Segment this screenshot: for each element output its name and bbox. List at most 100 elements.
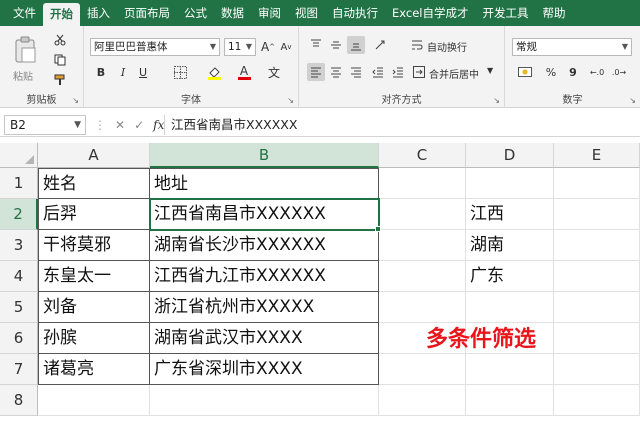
name-box[interactable]: B2 ▼ [4,115,86,135]
bold-button[interactable]: B [92,63,110,81]
fill-handle[interactable] [375,226,381,232]
tab-automate[interactable]: 自动执行 [325,0,385,26]
comma-style-button[interactable]: 9 [563,63,583,81]
cell-a5[interactable]: 刘备 [38,292,150,323]
column-header-e[interactable]: E [554,143,640,168]
tab-insert[interactable]: 插入 [80,0,117,26]
number-launcher-icon[interactable]: ↘ [629,96,636,105]
cell-a4[interactable]: 东皇太一 [38,261,150,292]
cut-icon[interactable] [52,32,68,48]
cell-e8[interactable] [554,385,640,416]
chevron-down-icon[interactable]: ▼ [487,66,493,75]
cell-d3[interactable]: 湖南 [466,230,554,261]
fill-color-icon[interactable] [202,63,226,81]
cell-c7[interactable] [379,354,466,385]
cell-a7[interactable]: 诸葛亮 [38,354,150,385]
row-header-5[interactable]: 5 [0,292,38,323]
decrease-indent-icon[interactable] [369,63,387,81]
increase-decimal-icon[interactable]: ←.0 [587,63,607,81]
phonetic-icon[interactable]: 文 [264,63,284,81]
cell-a2[interactable]: 后羿 [38,199,150,230]
cell-a1[interactable]: 姓名 [38,168,150,199]
align-center-icon[interactable] [327,63,345,81]
cell-b5[interactable]: 浙江省杭州市XXXXX [150,292,379,323]
percent-button[interactable]: % [541,63,561,81]
tab-file[interactable]: 文件 [6,0,43,26]
cell-b1[interactable]: 地址 [150,168,379,199]
currency-icon[interactable] [513,63,537,81]
cancel-icon[interactable]: ✕ [115,118,125,132]
cell-c1[interactable] [379,168,466,199]
cell-e7[interactable] [554,354,640,385]
align-right-icon[interactable] [347,63,365,81]
row-header-3[interactable]: 3 [0,230,38,261]
row-header-6[interactable]: 6 [0,323,38,354]
cell-d1[interactable] [466,168,554,199]
merge-center-label[interactable]: 合并后居中 [429,66,479,81]
tab-formulas[interactable]: 公式 [177,0,214,26]
font-size-select[interactable]: 11 ▼ [224,38,256,56]
shrink-font-button[interactable]: Av [278,38,294,56]
row-header-1[interactable]: 1 [0,168,38,199]
wrap-text-label[interactable]: 自动换行 [427,39,467,54]
cell-b3[interactable]: 湖南省长沙市XXXXXX [150,230,379,261]
tab-excel-self-study[interactable]: Excel自学成才 [385,0,475,26]
tab-page-layout[interactable]: 页面布局 [117,0,177,26]
cell-b7[interactable]: 广东省深圳市XXXX [150,354,379,385]
orientation-icon[interactable] [369,36,393,54]
clipboard-launcher-icon[interactable]: ↘ [72,96,79,105]
cell-e6[interactable] [554,323,640,354]
cell-e4[interactable] [554,261,640,292]
cell-b8[interactable] [150,385,379,416]
tab-home[interactable]: 开始 [43,3,80,26]
font-color-icon[interactable]: A [232,63,256,81]
grow-font-button[interactable]: A ^ [260,38,276,56]
paste-icon[interactable] [10,34,40,66]
increase-indent-icon[interactable] [389,63,407,81]
align-top-icon[interactable] [307,36,325,54]
cell-b6[interactable]: 湖南省武汉市XXXX [150,323,379,354]
select-all-button[interactable] [0,143,38,168]
column-header-b[interactable]: B [150,143,379,168]
format-painter-icon[interactable] [52,72,68,88]
font-launcher-icon[interactable]: ↘ [287,96,294,105]
cell-c3[interactable] [379,230,466,261]
cell-d4[interactable]: 广东 [466,261,554,292]
tab-view[interactable]: 视图 [288,0,325,26]
cell-d8[interactable] [466,385,554,416]
column-header-a[interactable]: A [38,143,150,168]
cell-b2[interactable]: 江西省南昌市XXXXXX [149,198,380,231]
cell-e1[interactable] [554,168,640,199]
tab-developer[interactable]: 开发工具 [475,0,535,26]
cell-d2[interactable]: 江西 [466,199,554,230]
cell-d5[interactable] [466,292,554,323]
cell-a3[interactable]: 干将莫邪 [38,230,150,261]
tab-data[interactable]: 数据 [214,0,251,26]
cell-c4[interactable] [379,261,466,292]
merge-center-icon[interactable] [411,63,427,81]
align-middle-icon[interactable] [327,36,345,54]
font-name-select[interactable]: 阿里巴巴普惠体 ▼ [90,38,220,56]
cell-a6[interactable]: 孙膑 [38,323,150,354]
tab-review[interactable]: 审阅 [251,0,288,26]
copy-icon[interactable] [52,52,68,68]
wrap-text-icon[interactable] [409,36,425,54]
underline-button[interactable]: U [134,63,152,81]
column-header-c[interactable]: C [379,143,466,168]
borders-icon[interactable] [168,63,192,81]
row-header-2[interactable]: 2 [0,199,38,230]
formula-input[interactable]: 江西省南昌市XXXXXX [164,115,636,135]
cell-e3[interactable] [554,230,640,261]
cell-c2[interactable] [379,199,466,230]
cell-d7[interactable] [466,354,554,385]
cell-b4[interactable]: 江西省九江市XXXXXX [150,261,379,292]
italic-button[interactable]: I [114,63,132,81]
cell-a8[interactable] [38,385,150,416]
cell-c8[interactable] [379,385,466,416]
align-left-icon[interactable] [307,63,325,81]
cell-e5[interactable] [554,292,640,323]
insert-function-button[interactable]: fx [153,118,164,132]
row-header-7[interactable]: 7 [0,354,38,385]
tab-help[interactable]: 帮助 [535,0,572,26]
cell-c5[interactable] [379,292,466,323]
